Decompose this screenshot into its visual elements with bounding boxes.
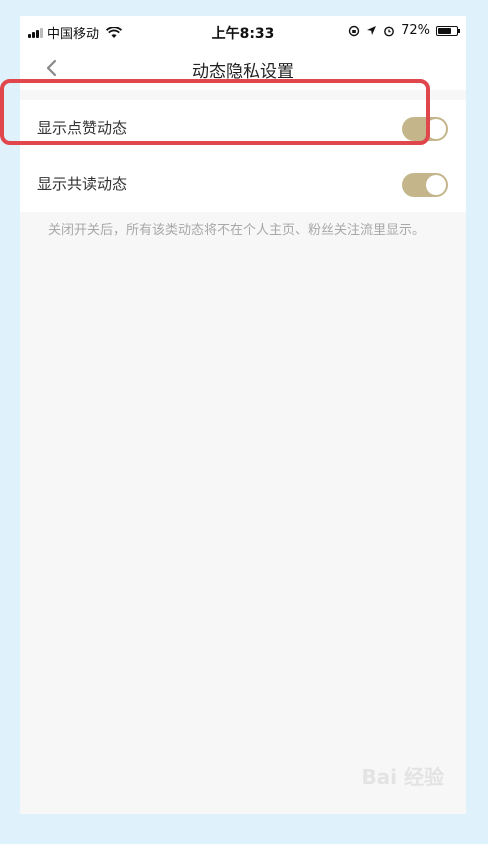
status-right: 72% — [348, 23, 460, 38]
watermark-logo: Bai 经验 — [361, 765, 444, 789]
battery-percent: 72% — [401, 23, 430, 38]
setting-row-coreading: 显示共读动态 — [20, 156, 466, 212]
status-bar: 中国移动 上午8:33 72% — [20, 16, 466, 46]
battery-level — [438, 27, 451, 34]
setting-label: 显示共读动态 — [37, 175, 128, 193]
settings-note: 关闭开关后，所有该类动态将不在个人主页、粉丝关注流里显示。 — [48, 223, 426, 238]
battery-icon — [436, 25, 460, 36]
highlight-box — [0, 79, 430, 145]
alarm-icon — [384, 26, 394, 36]
orientation-lock-icon — [348, 25, 360, 36]
coreading-toggle[interactable] — [402, 173, 448, 197]
toggle-knob — [426, 175, 446, 195]
location-icon — [367, 26, 377, 35]
